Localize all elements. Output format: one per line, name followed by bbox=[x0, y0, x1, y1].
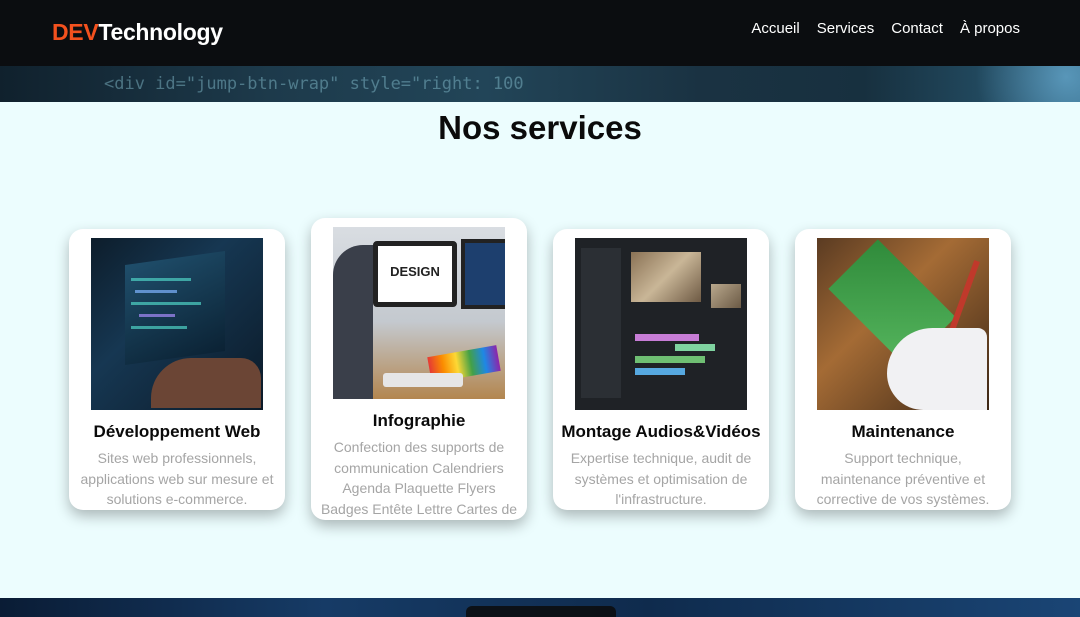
logo-main-text: Technology bbox=[98, 19, 223, 45]
design-workspace-image: DESIGN bbox=[333, 227, 505, 399]
service-card-web[interactable]: Développement Web Sites web professionne… bbox=[69, 229, 285, 510]
hero-background-image: <div id="jump-btn-wrap" style="right: 10… bbox=[0, 66, 1080, 102]
service-card-title: Développement Web bbox=[93, 422, 261, 441]
nav-link-contact[interactable]: Contact bbox=[891, 20, 943, 37]
next-section-title-peek bbox=[466, 606, 616, 617]
service-card-title: Maintenance bbox=[851, 422, 955, 441]
video-editing-image bbox=[575, 238, 747, 410]
circuit-board-image bbox=[817, 238, 989, 410]
service-card-title: Infographie bbox=[372, 411, 466, 430]
design-monitor-text: DESIGN bbox=[390, 264, 440, 279]
logo-accent-text: DEV bbox=[52, 19, 99, 45]
next-section-background bbox=[0, 598, 1080, 617]
hero-glow bbox=[940, 66, 1080, 102]
service-card-title: Montage Audios&Vidéos bbox=[561, 422, 761, 441]
service-card-description: Expertise technique, audit de systèmes e… bbox=[570, 450, 752, 507]
site-logo[interactable]: DEVTechnology bbox=[52, 19, 223, 46]
site-header: DEVTechnology Accueil Services Contact À… bbox=[0, 0, 1080, 66]
service-card-description: Sites web professionnels, applications w… bbox=[80, 450, 274, 507]
service-card-maintenance[interactable]: Maintenance Support technique, maintenan… bbox=[795, 229, 1011, 510]
services-title: Nos services bbox=[438, 109, 642, 146]
main-nav: Accueil Services Contact À propos bbox=[751, 20, 1020, 37]
nav-link-services[interactable]: Services bbox=[817, 20, 875, 37]
developer-laptop-image bbox=[91, 238, 263, 410]
nav-link-accueil[interactable]: Accueil bbox=[751, 20, 799, 37]
hero-code-text: <div id="jump-btn-wrap" style="right: 10… bbox=[104, 74, 524, 94]
service-card-video[interactable]: Montage Audios&Vidéos Expertise techniqu… bbox=[553, 229, 769, 510]
service-card-description: Confection des supports de communication… bbox=[320, 439, 518, 517]
nav-link-a-propos[interactable]: À propos bbox=[960, 20, 1020, 37]
service-card-infographie[interactable]: DESIGN Infographie Confection des suppor… bbox=[311, 218, 527, 520]
service-card-description: Support technique, maintenance préventiv… bbox=[816, 450, 990, 507]
